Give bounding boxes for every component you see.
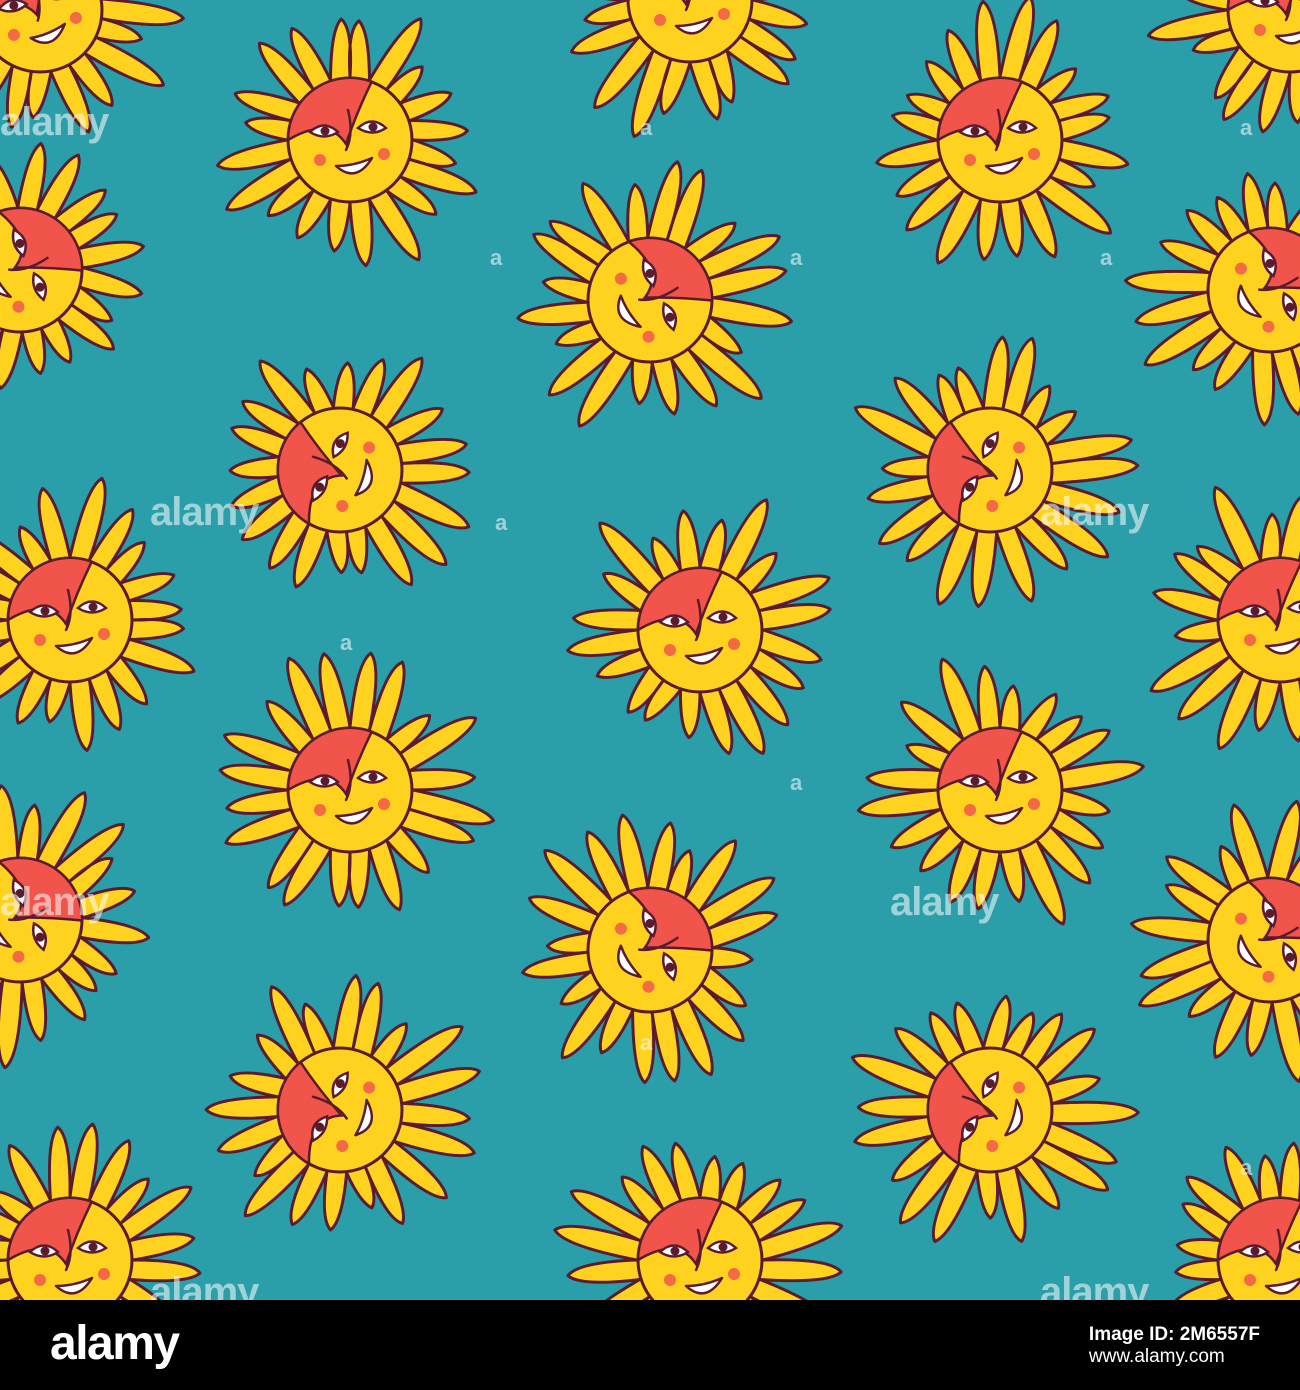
pattern-canvas	[0, 0, 1300, 1300]
site-url: www.alamy.com	[1088, 1346, 1225, 1367]
image-id: Image ID: 2M6557F	[1088, 1324, 1260, 1345]
alamy-logo: alamy	[50, 1317, 180, 1370]
footer-meta: Image ID: 2M6557F www.alamy.com	[1089, 1324, 1260, 1368]
sun-pattern: alamy alamy alamy alamy alamy alamy alamy a a a a a…	[0, 0, 1300, 1300]
footer-bar: alamy Image ID: 2M6557F www.alamy.com	[0, 1300, 1300, 1390]
